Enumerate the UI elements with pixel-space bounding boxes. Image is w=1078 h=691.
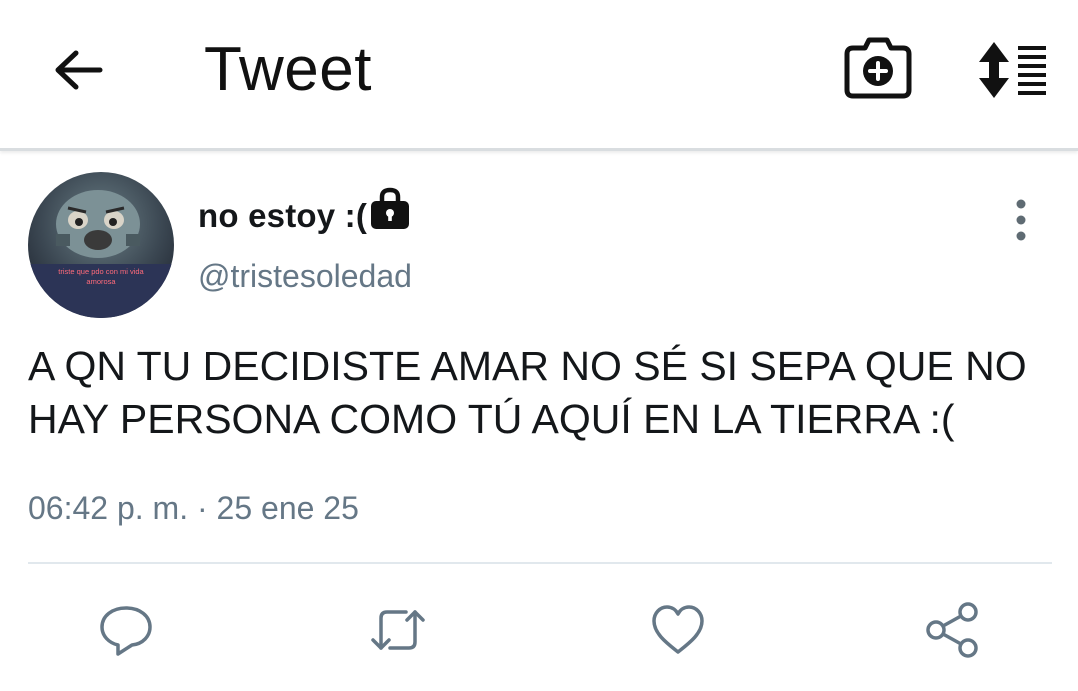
avatar-caption-line2: amorosa <box>86 277 116 286</box>
arrow-left-icon <box>55 50 103 90</box>
lock-icon <box>368 186 412 232</box>
avatar-caption-line1: triste que pdo con mi vida <box>58 267 144 276</box>
top-app-bar: Tweet <box>0 0 1078 151</box>
avatar-image: triste que pdo con mi vida amorosa <box>28 172 174 318</box>
more-options-button[interactable] <box>1002 196 1040 244</box>
user-handle[interactable]: @tristesoledad <box>198 256 412 296</box>
camera-button[interactable] <box>843 36 913 102</box>
share-icon <box>926 602 978 658</box>
sort-list-icon <box>979 42 1046 98</box>
retweet-button[interactable] <box>368 600 428 660</box>
like-button[interactable] <box>648 600 708 660</box>
heart-icon <box>652 605 704 654</box>
back-button[interactable] <box>46 38 110 102</box>
reply-button[interactable] <box>96 600 156 660</box>
reply-icon <box>100 606 152 656</box>
sort-button[interactable] <box>974 40 1050 100</box>
divider <box>28 562 1052 564</box>
retweet-icon <box>371 610 425 650</box>
camera-plus-icon <box>844 37 912 99</box>
avatar[interactable]: triste que pdo con mi vida amorosa <box>28 172 174 318</box>
page-title: Tweet <box>204 35 372 104</box>
tweet-timestamp: 06:42 p. m. · 25 ene 25 <box>28 490 359 526</box>
display-name[interactable]: no estoy :( <box>198 196 367 236</box>
share-button[interactable] <box>922 600 982 660</box>
tweet-text: A QN TU DECIDISTE AMAR NO SÉ SI SEPA QUE… <box>28 343 1027 442</box>
more-vertical-icon <box>1016 199 1026 241</box>
